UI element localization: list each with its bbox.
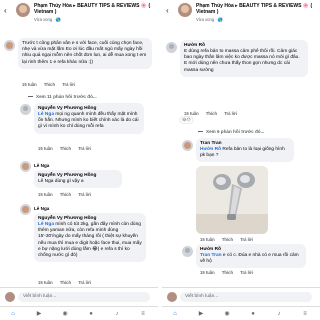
avatar	[167, 292, 177, 302]
comment-text: Lê Nga mình có tút 2kg, gần đây mình còn…	[38, 221, 142, 259]
comment-meta: 15 tuần Thích Trả lời	[200, 237, 259, 242]
comment-time: 15 tuần	[200, 270, 215, 275]
comment-bubble: Hườn Rồ E dùng refa bản to massa cảm phê…	[180, 40, 308, 77]
avatar[interactable]	[166, 42, 177, 53]
comment-composer: Viết bình luận...	[0, 287, 158, 307]
like-link[interactable]: Thích	[60, 192, 71, 197]
reply-link[interactable]: Trả lời	[78, 146, 91, 151]
comment-author[interactable]: Lê Nga	[34, 206, 49, 212]
like-link[interactable]: Thích	[206, 111, 217, 116]
avatar[interactable]	[4, 40, 15, 51]
comment-composer: Viết bình luận...	[162, 287, 320, 307]
back-arrow-icon[interactable]: ‹	[166, 6, 169, 16]
screenshot-pair: ‹ Phạm Thúy Hòa ▸ BEAUTY TIPS & REVIEWS …	[0, 0, 320, 320]
comment-meta: 15 tuần Thích Trả lời	[184, 111, 243, 116]
post-subtitle: Vừa xong · 🌎	[196, 17, 224, 22]
bottom-tab-bar: ⌂ ▶ ◉ ● ♪ ≡	[0, 306, 158, 320]
comment-text: Lê Nga dùng gì vậy a	[38, 178, 84, 184]
avatar[interactable]	[182, 140, 193, 151]
reply-link[interactable]: Trả lời	[240, 270, 253, 275]
comment-time: 15 tuần	[184, 111, 199, 116]
comment-input[interactable]: Viết bình luận...	[18, 292, 150, 302]
home-icon[interactable]: ⌂	[170, 310, 180, 318]
comment-meta: 15 tuần Thích Trả lời	[38, 192, 97, 197]
like-link[interactable]: Thích	[44, 82, 55, 87]
comment-text: Hườn Rồ Refa bản to là loại giống hình p…	[200, 146, 285, 159]
comment-meta: 15 tuần Thích Trả lời	[200, 270, 259, 275]
video-icon[interactable]: ▶	[196, 310, 206, 318]
reply-link[interactable]: Trả lời	[224, 111, 237, 116]
comment-photo[interactable]	[196, 166, 268, 234]
mention-link[interactable]: Lê Nga	[38, 112, 54, 117]
avatar	[5, 292, 15, 302]
avatar[interactable]	[178, 3, 192, 17]
comment-meta: 15 tuần Thích Trả lời	[38, 146, 97, 151]
mention-link[interactable]: Hườn Rồ	[200, 147, 221, 152]
home-icon[interactable]: ⌂	[8, 310, 18, 318]
like-link[interactable]: Thích	[60, 146, 71, 151]
avatar[interactable]	[182, 246, 193, 257]
post-header: ‹ Phạm Thúy Hòa ▸ BEAUTY TIPS & REVIEWS …	[162, 0, 320, 32]
comment-time: 15 tuần	[22, 82, 37, 87]
video-icon[interactable]: ▶	[34, 310, 44, 318]
groups-icon[interactable]: ◉	[222, 310, 232, 318]
post-title[interactable]: Phạm Thúy Hòa ▸ BEAUTY TIPS & REVIEWS 🌸 …	[34, 3, 152, 16]
comment-input[interactable]: Viết bình luận...	[180, 292, 312, 302]
like-link[interactable]: Thích	[222, 237, 233, 242]
comment-meta: 15 tuần Thích Trả lời	[22, 82, 81, 87]
comment-bubble: Nguyễn Vy Phương Hồng Lê Nga mọi ng quan…	[34, 103, 144, 134]
comment-meta: 15 tuần Thích Trả lời	[38, 280, 97, 285]
comments-panel-left: ‹ Phạm Thúy Hòa ▸ BEAUTY TIPS & REVIEWS …	[0, 0, 158, 320]
menu-icon[interactable]: ≡	[138, 310, 148, 318]
menu-icon[interactable]: ≡	[300, 310, 310, 318]
reaction-count[interactable]: 😂😯	[180, 117, 193, 123]
reply-link[interactable]: Trả lời	[78, 280, 91, 285]
comment-text: E dùng refa bản to massa cảm phê thôi rồ…	[184, 48, 300, 73]
comment-bubble: Nguyễn Vy Phương Hồng Lê Nga mình có tút…	[34, 213, 146, 263]
comment-bubble: Nguyễn Vy Phương Hồng Lê Nga dùng gì vậy…	[34, 170, 122, 189]
comment-time: 15 tuần	[200, 237, 215, 242]
bottom-tab-bar: ⌂ ▶ ◉ ● ♪ ≡	[162, 306, 320, 320]
post-subtitle: Vừa xong · 🌎	[34, 17, 62, 22]
comment-time: 15 tuần	[38, 146, 53, 151]
profile-icon[interactable]: ●	[248, 310, 258, 318]
comment-time: 15 tuần	[38, 280, 53, 285]
comment-bubble: Hườn Rồ Tran Tran e có c. Đúa e nhà có e…	[196, 244, 306, 269]
comment-time: 15 tuần	[38, 192, 53, 197]
comment-author[interactable]: Lê Nga	[34, 163, 49, 169]
post-title[interactable]: Phạm Thúy Hòa ▸ BEAUTY TIPS & REVIEWS 🌸 …	[196, 3, 314, 16]
post-header: ‹ Phạm Thúy Hòa ▸ BEAUTY TIPS & REVIEWS …	[0, 0, 158, 32]
groups-icon[interactable]: ◉	[60, 310, 70, 318]
view-more-replies[interactable]: Xem 11 phản hồi trước đó...	[28, 94, 97, 100]
comments-panel-right: ‹ Phạm Thúy Hòa ▸ BEAUTY TIPS & REVIEWS …	[162, 0, 320, 320]
comment-bubble: Trước t cũng phân vân e s với face, cuối…	[18, 38, 152, 69]
comment-bubble: Tran Tran Hườn Rồ Refa bản to là loại gi…	[196, 138, 294, 163]
notification-icon[interactable]: ♪	[112, 310, 122, 318]
comment-text: Tran Tran e có c. Đúa e nhà có e mua rồi…	[200, 252, 299, 265]
avatar[interactable]	[20, 161, 31, 172]
refa-roller-image	[196, 166, 268, 234]
reply-link[interactable]: Trả lời	[78, 192, 91, 197]
avatar[interactable]	[16, 3, 30, 17]
avatar[interactable]	[20, 204, 31, 215]
comment-text: Lê Nga mọi ng quanh mình đều thấy mặt mì…	[38, 111, 139, 130]
reply-link[interactable]: Trả lời	[240, 237, 253, 242]
reply-link[interactable]: Trả lời	[62, 82, 75, 87]
notification-icon[interactable]: ♪	[274, 310, 284, 318]
like-link[interactable]: Thích	[60, 280, 71, 285]
profile-icon[interactable]: ●	[86, 310, 96, 318]
view-more-replies[interactable]: Xem 6 phản hồi trước đó...	[198, 129, 264, 135]
back-arrow-icon[interactable]: ‹	[4, 6, 7, 16]
mention-link[interactable]: Lê Nga	[38, 222, 54, 227]
like-link[interactable]: Thích	[222, 270, 233, 275]
comment-text: Trước t cũng phân vân e s với face, cuối…	[22, 41, 147, 65]
avatar[interactable]	[20, 104, 31, 115]
mention-link[interactable]: Tran Tran	[200, 253, 222, 258]
